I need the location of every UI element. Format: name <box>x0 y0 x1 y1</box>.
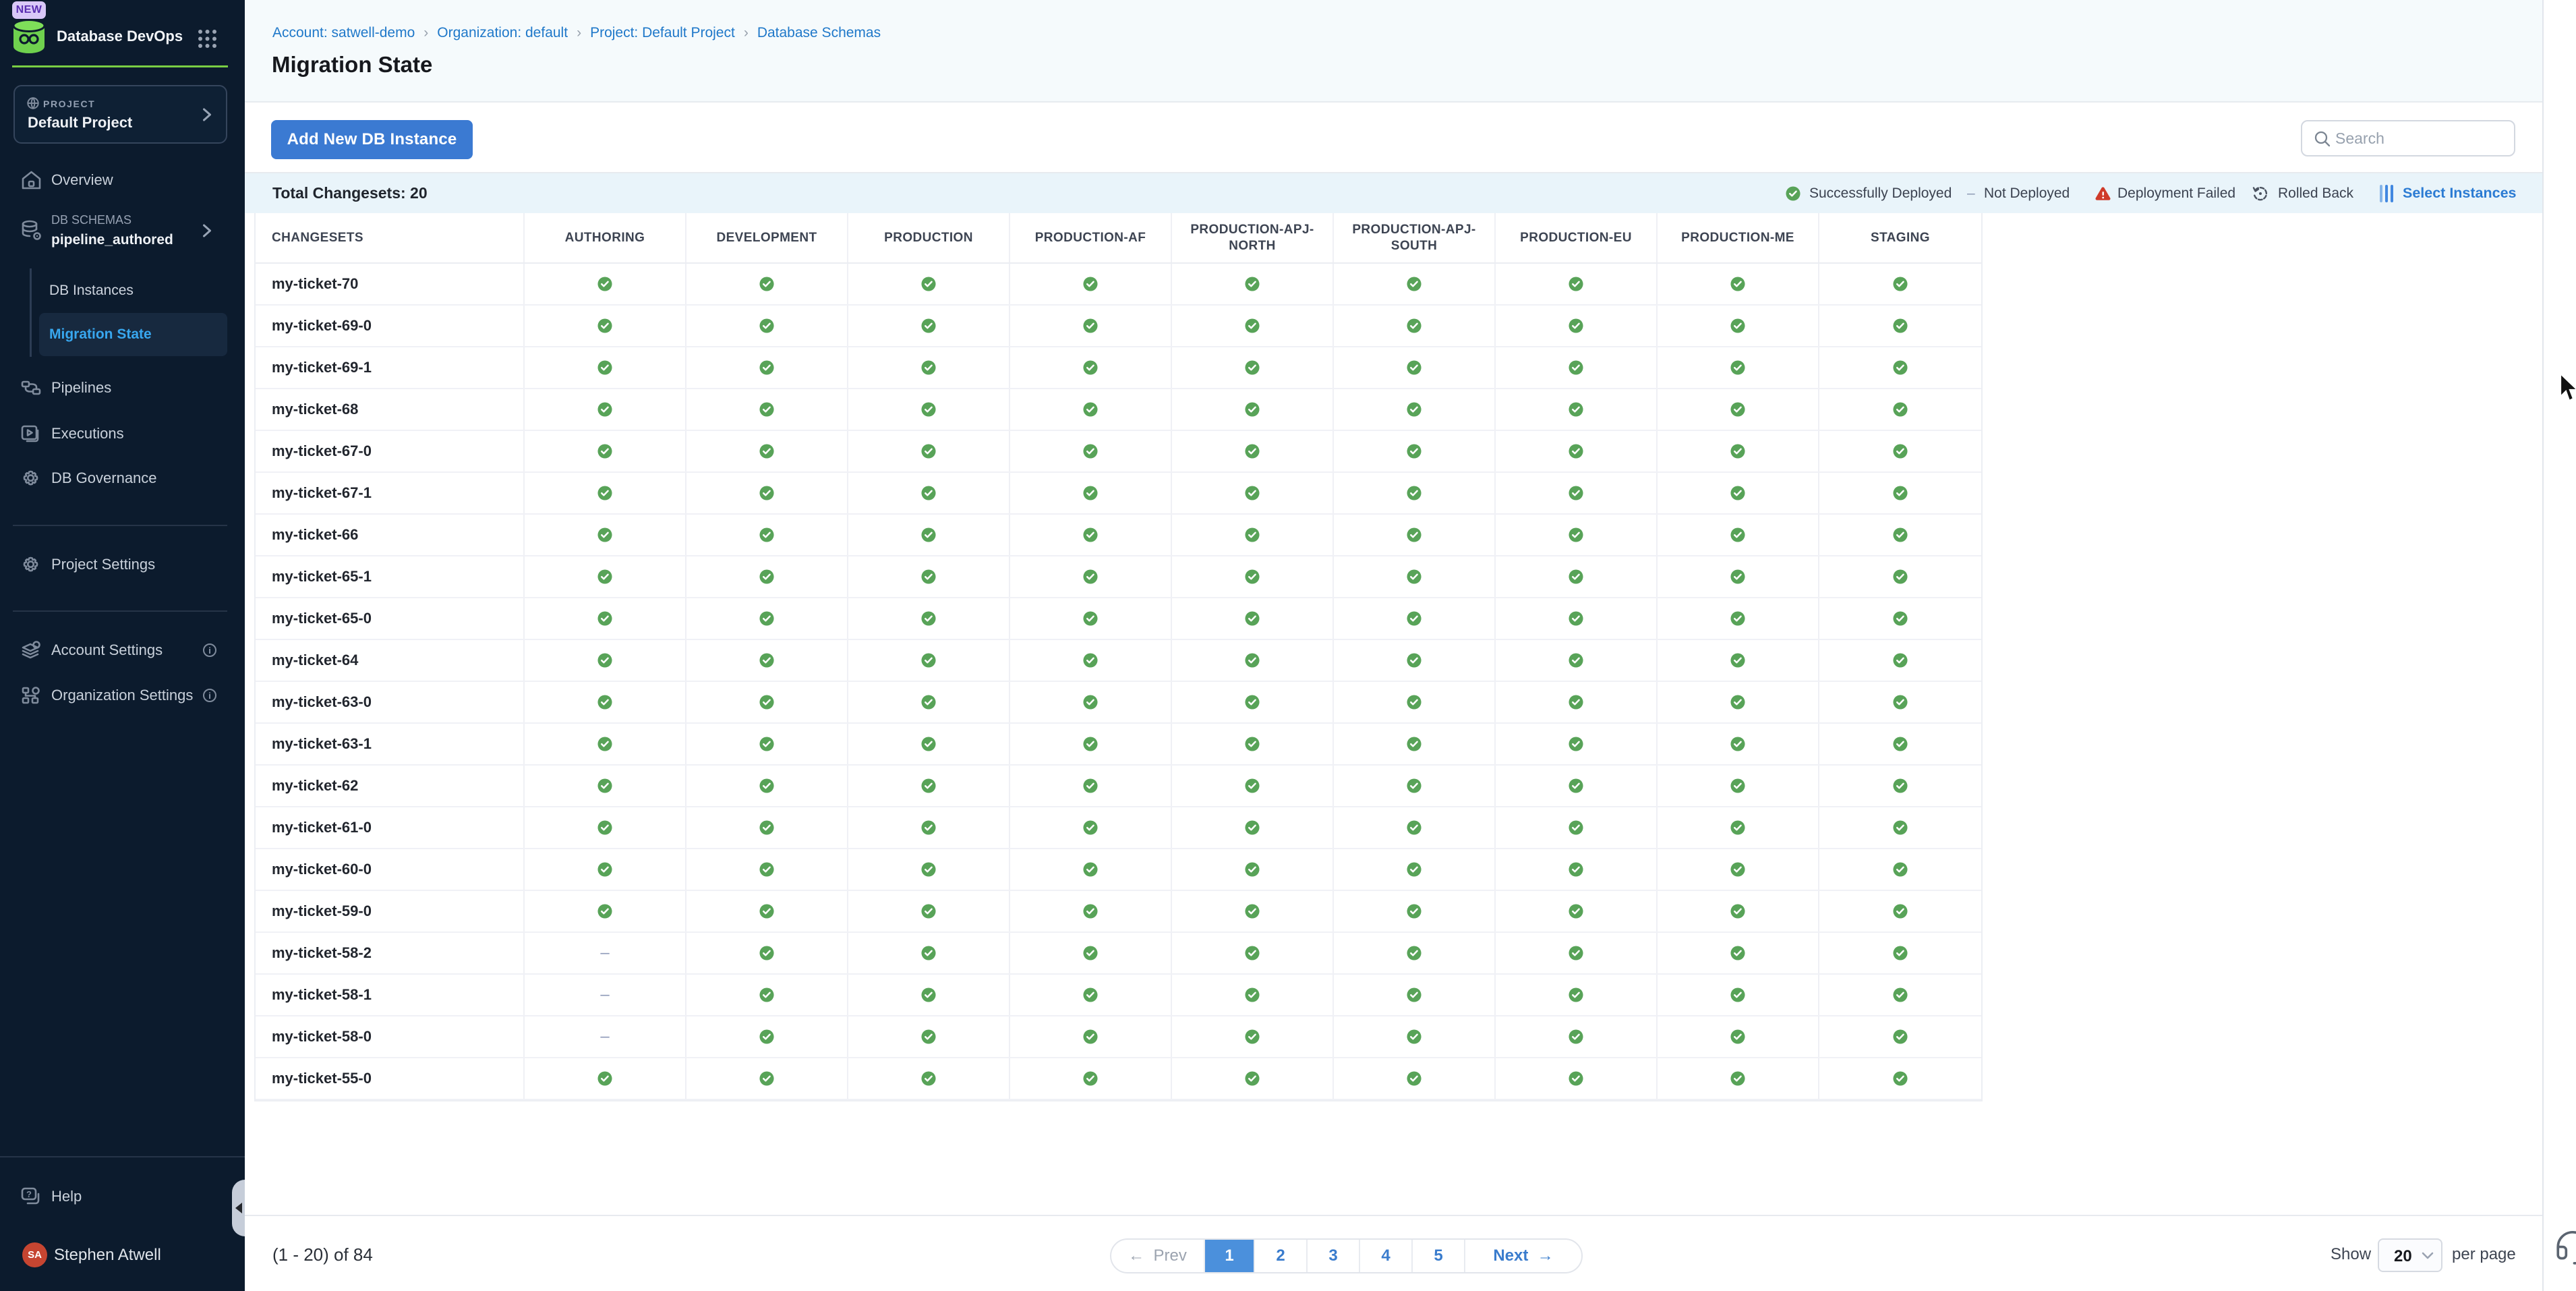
svg-text:?: ? <box>26 1189 32 1199</box>
